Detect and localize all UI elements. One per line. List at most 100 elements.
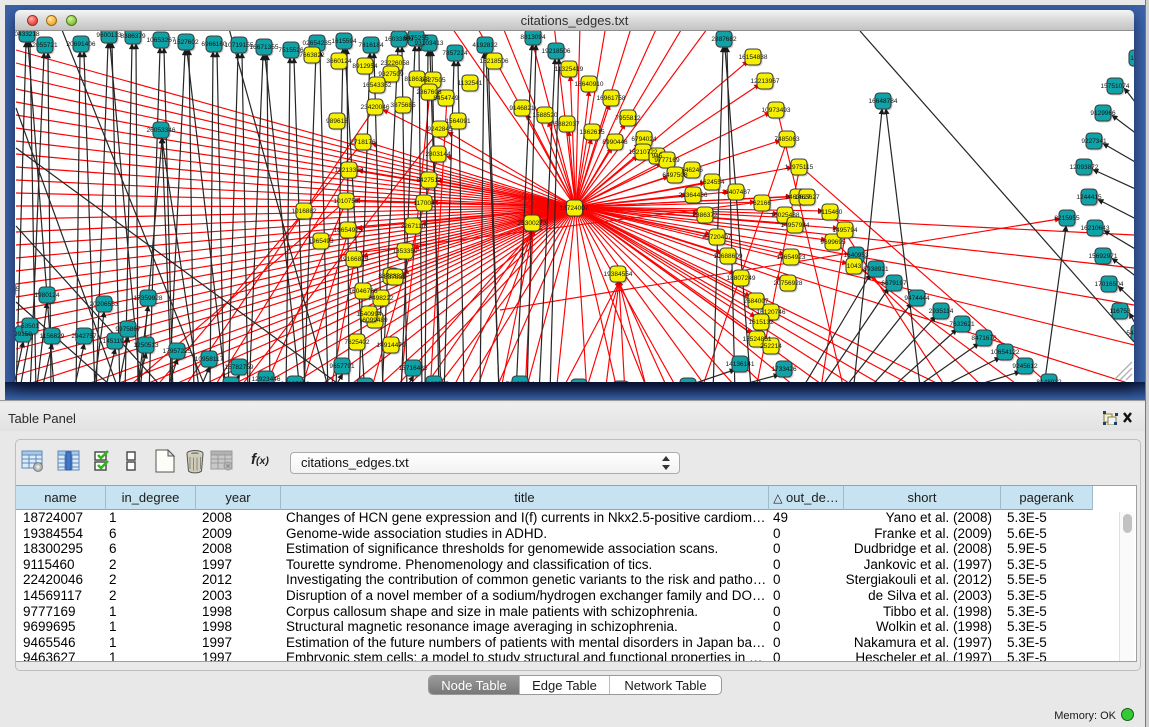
svg-text:252214: 252214: [760, 343, 782, 350]
svg-text:16120746: 16120746: [757, 309, 786, 316]
svg-text:1624554: 1624554: [699, 179, 725, 186]
svg-text:1112: 1112: [1130, 55, 1134, 62]
svg-text:2386372: 2386372: [692, 212, 718, 219]
svg-text:02654235: 02654235: [303, 40, 332, 47]
svg-text:9657791: 9657791: [329, 363, 355, 370]
svg-text:23226058: 23226058: [381, 60, 410, 67]
svg-text:20756928: 20756928: [774, 280, 803, 287]
svg-text:14914479: 14914479: [377, 342, 406, 349]
svg-text:8454749: 8454749: [433, 95, 459, 102]
svg-text:64139537: 64139537: [420, 381, 449, 382]
svg-text:7625402: 7625402: [344, 339, 370, 346]
svg-text:746246: 746246: [681, 167, 703, 174]
svg-text:18654925: 18654925: [334, 227, 363, 234]
svg-text:18807249: 18807249: [727, 275, 756, 282]
svg-text:9129966: 9129966: [1090, 110, 1116, 117]
svg-text:1156829: 1156829: [40, 333, 65, 340]
svg-text:12923446: 12923446: [252, 376, 281, 382]
svg-text:13524851: 13524851: [743, 336, 772, 343]
svg-text:2684007: 2684007: [743, 298, 769, 305]
svg-text:53501: 53501: [21, 323, 39, 330]
svg-text:1527602: 1527602: [173, 39, 199, 46]
svg-text:12213383: 12213383: [335, 167, 364, 174]
svg-text:1250513: 1250513: [133, 342, 159, 349]
svg-text:23420046: 23420046: [361, 104, 390, 111]
svg-text:16046766: 16046766: [349, 288, 378, 295]
svg-text:1980124: 1980124: [34, 292, 60, 299]
svg-text:16782759: 16782759: [225, 364, 254, 371]
svg-text:20206553: 20206553: [90, 301, 119, 308]
svg-text:8813094: 8813094: [520, 34, 546, 41]
svg-text:10654122: 10654122: [991, 349, 1020, 356]
svg-text:25300273: 25300273: [518, 220, 547, 227]
svg-text:1244415: 1244415: [1076, 194, 1102, 201]
svg-text:9975867: 9975867: [115, 326, 141, 333]
svg-text:19218506: 19218506: [542, 48, 571, 55]
svg-text:16961758: 16961758: [597, 95, 626, 102]
svg-text:2942757: 2942757: [71, 333, 97, 340]
svg-text:26053346: 26053346: [147, 127, 176, 134]
svg-text:5430391: 5430391: [1126, 330, 1134, 337]
svg-text:9227341: 9227341: [1081, 138, 1107, 145]
svg-text:1010755: 1010755: [333, 198, 359, 205]
svg-text:1640953: 1640953: [843, 252, 869, 259]
svg-text:19166825: 19166825: [340, 256, 369, 263]
svg-text:3875685: 3875685: [390, 102, 416, 109]
svg-text:17359928: 17359928: [134, 295, 163, 302]
svg-text:7955812: 7955812: [615, 115, 641, 122]
svg-text:4192832: 4192832: [472, 42, 498, 49]
svg-text:887833: 887833: [384, 274, 406, 281]
svg-text:116753: 116753: [1109, 308, 1131, 315]
svg-text:7816184: 7816184: [358, 42, 384, 49]
svg-text:62166: 62166: [753, 200, 771, 207]
svg-text:9115460: 9115460: [818, 209, 843, 216]
svg-text:16543362: 16543362: [363, 82, 392, 89]
svg-text:7663822: 7663822: [299, 52, 325, 59]
svg-text:9600133: 9600133: [96, 32, 122, 39]
svg-text:13716485: 13716485: [399, 365, 428, 372]
svg-text:2803144: 2803144: [425, 151, 451, 158]
svg-text:1615132: 1615132: [748, 319, 774, 326]
svg-text:7485063: 7485063: [774, 136, 800, 143]
svg-text:117004: 117004: [413, 200, 435, 207]
svg-text:14136141: 14136141: [726, 361, 755, 368]
svg-text:1362615: 1362615: [579, 129, 605, 136]
svg-text:15751074: 15751074: [1101, 83, 1130, 90]
svg-text:2718176: 2718176: [350, 139, 376, 146]
svg-text:1132541: 1132541: [458, 80, 483, 87]
svg-text:1463627: 1463627: [794, 194, 820, 201]
svg-text:1733426: 1733426: [771, 366, 797, 373]
svg-text:8990448: 8990448: [602, 139, 628, 146]
svg-text:1965493: 1965493: [308, 238, 334, 245]
svg-text:2935114: 2935114: [929, 308, 954, 315]
svg-text:6679197: 6679197: [881, 280, 907, 287]
svg-text:9146821: 9146821: [509, 105, 535, 112]
svg-text:17016504: 17016504: [1095, 281, 1124, 288]
svg-text:16154838: 16154838: [739, 54, 768, 61]
svg-text:5882037: 5882037: [554, 121, 580, 128]
svg-text:2055721: 2055721: [32, 42, 58, 49]
svg-text:9242845: 9242845: [427, 126, 453, 133]
svg-text:989618: 989618: [326, 118, 348, 125]
svg-text:1564091: 1564091: [445, 118, 471, 125]
svg-text:9245612: 9245612: [1012, 363, 1038, 370]
svg-text:3660124: 3660124: [326, 58, 352, 65]
svg-text:9699695: 9699695: [820, 239, 846, 246]
svg-text:8938921: 8938921: [863, 266, 889, 273]
svg-text:8498222: 8498222: [368, 295, 394, 302]
svg-text:1615594: 1615594: [331, 38, 357, 45]
svg-text:16671355: 16671355: [250, 44, 279, 51]
svg-text:20691406: 20691406: [67, 41, 96, 48]
svg-text:1495794: 1495794: [832, 227, 858, 234]
svg-text:1540994: 1540994: [356, 311, 382, 318]
svg-text:1016882: 1016882: [291, 208, 317, 215]
svg-text:8215955: 8215955: [1054, 215, 1080, 222]
svg-text:9777169: 9777169: [654, 157, 680, 164]
svg-text:15218506: 15218506: [480, 58, 509, 65]
svg-text:1451194: 1451194: [103, 338, 128, 345]
svg-text:99150: 99150: [15, 331, 32, 338]
svg-text:64835030: 64835030: [281, 381, 310, 382]
svg-text:6966160: 6966160: [201, 41, 227, 48]
svg-text:6099489: 6099489: [362, 317, 388, 324]
svg-text:12093872: 12093872: [1070, 164, 1099, 171]
